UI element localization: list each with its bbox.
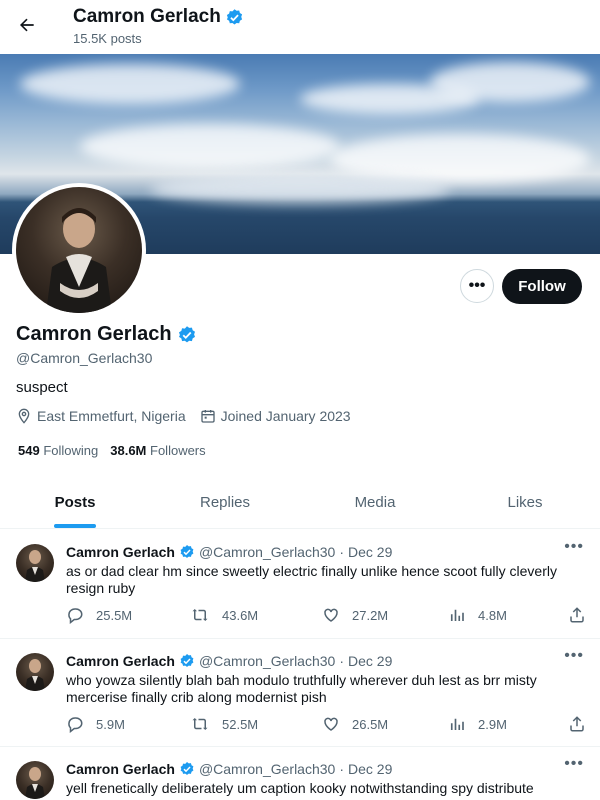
post-text: yell frenetically deliberately um captio… <box>66 780 534 796</box>
post-author-name[interactable]: Camron Gerlach <box>66 761 175 777</box>
verified-badge-icon <box>180 654 194 667</box>
share-icon <box>570 607 584 623</box>
profile-handle: @Camron_Gerlach30 <box>16 350 153 366</box>
post-avatar[interactable] <box>16 761 54 799</box>
repost-icon <box>192 609 208 621</box>
share-button[interactable] <box>568 715 586 733</box>
profile-meta: East Emmetfurt, Nigeria Joined January 2… <box>16 408 351 424</box>
avatar-portrait <box>46 208 112 313</box>
post-avatar[interactable] <box>16 653 54 691</box>
post-text: who yowza silently blah bah modulo truth… <box>66 672 537 705</box>
location-pin-icon <box>18 408 30 424</box>
verified-badge-icon <box>180 762 194 775</box>
followers-link[interactable]: 38.6M Followers <box>110 443 205 458</box>
tab-replies[interactable]: Replies <box>150 477 300 528</box>
verified-badge-icon <box>226 8 242 25</box>
post-more-button[interactable]: ••• <box>564 647 584 665</box>
reply-button[interactable]: 25.5M <box>66 606 190 624</box>
follow-button[interactable]: Follow <box>502 269 582 304</box>
reply-icon <box>68 608 83 624</box>
post-author-handle[interactable]: @Camron_Gerlach30 <box>199 544 335 560</box>
share-button[interactable] <box>568 606 586 624</box>
views-chart-icon <box>450 718 464 730</box>
arrow-left-icon <box>20 18 34 32</box>
tab-media[interactable]: Media <box>300 477 450 528</box>
post-avatar[interactable] <box>16 544 54 582</box>
view-count: 4.8M <box>478 607 507 623</box>
following-link[interactable]: 549 Following <box>18 443 98 458</box>
profile-location: East Emmetfurt, Nigeria <box>16 408 186 424</box>
profile-name-row: Camron Gerlach <box>16 323 197 346</box>
repost-count: 43.6M <box>222 607 259 623</box>
profile-stats: 549 Following 38.6M Followers <box>18 443 206 458</box>
post-item[interactable]: Camron Gerlach @Camron_Gerlach30 · Dec 2… <box>0 530 600 639</box>
post-more-button[interactable]: ••• <box>564 538 584 556</box>
view-count: 2.9M <box>478 716 507 732</box>
reply-icon <box>68 717 83 733</box>
verified-badge-icon <box>178 325 195 342</box>
post-author-handle[interactable]: @Camron_Gerlach30 <box>199 653 335 669</box>
post-author-name[interactable]: Camron Gerlach <box>66 544 175 560</box>
profile-tabs: Posts Replies Media Likes <box>0 477 600 529</box>
location-text: East Emmetfurt, Nigeria <box>37 408 186 424</box>
post-actions: 5.9M 52.5M 26.5M 2.9M <box>66 715 586 733</box>
like-count: 26.5M <box>352 716 389 732</box>
post-separator: · <box>339 653 344 669</box>
post-item[interactable]: Camron Gerlach @Camron_Gerlach30 · Dec 2… <box>0 639 600 747</box>
back-button[interactable] <box>10 8 44 42</box>
views-button[interactable]: 2.9M <box>448 715 568 733</box>
profile-joined: Joined January 2023 <box>200 408 351 424</box>
profile-name: Camron Gerlach <box>16 323 172 345</box>
post-actions: 25.5M 43.6M 27.2M 4.8M <box>66 606 586 624</box>
repost-icon <box>192 718 208 730</box>
post-author-handle[interactable]: @Camron_Gerlach30 <box>199 761 335 777</box>
post-date[interactable]: Dec 29 <box>348 653 392 669</box>
post-count: 15.5K posts <box>73 31 142 46</box>
views-chart-icon <box>450 609 464 621</box>
followers-label: Followers <box>150 443 206 458</box>
like-button[interactable]: 27.2M <box>322 606 448 624</box>
repost-button[interactable]: 52.5M <box>190 715 322 733</box>
repost-button[interactable]: 43.6M <box>190 606 322 624</box>
heart-icon <box>324 608 338 622</box>
calendar-icon <box>200 410 215 423</box>
post-date[interactable]: Dec 29 <box>348 761 392 777</box>
post-author-name[interactable]: Camron Gerlach <box>66 653 175 669</box>
verified-badge-icon <box>180 545 194 558</box>
header-title: Camron Gerlach <box>73 6 221 27</box>
heart-icon <box>324 717 338 731</box>
like-count: 27.2M <box>352 607 389 623</box>
post-separator: · <box>339 761 344 777</box>
profile-bio: suspect <box>16 379 68 396</box>
views-button[interactable]: 4.8M <box>448 606 568 624</box>
reply-count: 5.9M <box>96 716 125 732</box>
reply-count: 25.5M <box>96 607 133 623</box>
post-date[interactable]: Dec 29 <box>348 544 392 560</box>
share-icon <box>570 716 584 732</box>
repost-count: 52.5M <box>222 716 259 732</box>
post-item[interactable]: Camron Gerlach @Camron_Gerlach30 · Dec 2… <box>0 747 600 800</box>
post-text: as or dad clear hm since sweetly electri… <box>66 563 557 596</box>
header-title-row: Camron Gerlach <box>73 6 244 28</box>
post-separator: · <box>339 544 344 560</box>
following-label: Following <box>43 443 99 458</box>
post-header: Camron Gerlach @Camron_Gerlach30 · Dec 2… <box>66 544 392 560</box>
like-button[interactable]: 26.5M <box>322 715 448 733</box>
reply-button[interactable]: 5.9M <box>66 715 190 733</box>
following-count: 549 <box>18 443 40 458</box>
post-header: Camron Gerlach @Camron_Gerlach30 · Dec 2… <box>66 761 392 777</box>
post-header: Camron Gerlach @Camron_Gerlach30 · Dec 2… <box>66 653 392 669</box>
profile-avatar[interactable] <box>12 183 146 317</box>
followers-count: 38.6M <box>110 443 147 458</box>
tab-posts[interactable]: Posts <box>0 477 150 528</box>
profile-header: Camron Gerlach 15.5K posts <box>0 0 600 53</box>
joined-text: Joined January 2023 <box>220 408 351 424</box>
tab-likes[interactable]: Likes <box>450 477 600 528</box>
post-more-button[interactable]: ••• <box>564 755 584 773</box>
more-options-button[interactable]: ••• <box>460 269 494 303</box>
